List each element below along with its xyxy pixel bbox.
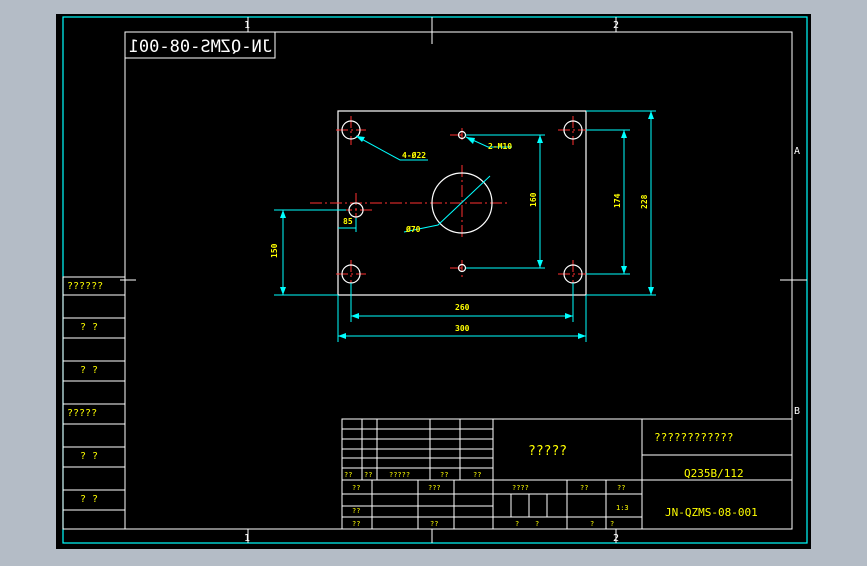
thread-callout: 2-M10 (488, 142, 512, 151)
dim-height-174: 174 (613, 193, 622, 208)
title-block-cell: ? (515, 520, 519, 528)
title-block-cell: ?? (617, 484, 625, 492)
zone-label-top-2: 2 (613, 20, 619, 31)
zone-label-b: B (794, 406, 800, 417)
cad-drawing: 1 2 1 2 A B JN-QZMS-08-001 ?????? ? ? ? … (56, 14, 811, 549)
title-block-cell: ????? (389, 471, 410, 479)
material: Q235B/112 (684, 467, 744, 480)
title-block-cell: ?? (344, 471, 352, 479)
company-name: ???????????? (654, 431, 733, 444)
zone-label-top-1: 1 (244, 20, 250, 31)
mirrored-drawing-code: JN-QZMS-08-001 (129, 37, 272, 57)
side-stamp-cell: ? ? (80, 365, 98, 376)
dim-width-260: 260 (455, 303, 470, 312)
side-stamp-cell: ????? (67, 408, 97, 419)
zone-label-a: A (794, 146, 800, 157)
holes-callout: 4-Ø22 (402, 150, 426, 160)
title-block-cell: ?? (580, 484, 588, 492)
title-block-cell: ?? (473, 471, 481, 479)
bore-callout: Ø70 (405, 224, 421, 234)
dim-width-300: 300 (455, 324, 470, 333)
side-stamp-cell: ? ? (80, 494, 98, 505)
title-block-cell: ?? (352, 484, 360, 492)
cad-drawing-viewport: 1 2 1 2 A B JN-QZMS-08-001 ?????? ? ? ? … (0, 0, 867, 562)
side-stamp-cell: ? ? (80, 322, 98, 333)
title-block-cell: ?? (352, 507, 360, 515)
title-block-cell: ? (535, 520, 539, 528)
side-stamp-cell: ? ? (80, 451, 98, 462)
title-block-cell: ???? (512, 484, 529, 492)
title-block-cell: ? (610, 520, 614, 528)
zone-label-bottom-1: 1 (244, 533, 250, 544)
scale-value: 1:3 (616, 504, 629, 512)
zone-label-bottom-2: 2 (613, 533, 619, 544)
dim-height-228: 228 (640, 194, 649, 209)
dim-offset-85: 85 (343, 217, 353, 226)
drawing-number: JN-QZMS-08-001 (665, 506, 758, 519)
part-name: ????? (528, 444, 567, 459)
dim-height-160: 160 (529, 192, 538, 207)
title-block-cell: ?? (430, 520, 438, 528)
side-stamp-cell: ?????? (67, 281, 103, 292)
title-block-cell: ??? (428, 484, 441, 492)
title-block-cell: ? (590, 520, 594, 528)
title-block-cell: ?? (440, 471, 448, 479)
dim-height-150: 150 (270, 243, 279, 258)
title-block-cell: ?? (364, 471, 372, 479)
title-block-cell: ?? (352, 520, 360, 528)
